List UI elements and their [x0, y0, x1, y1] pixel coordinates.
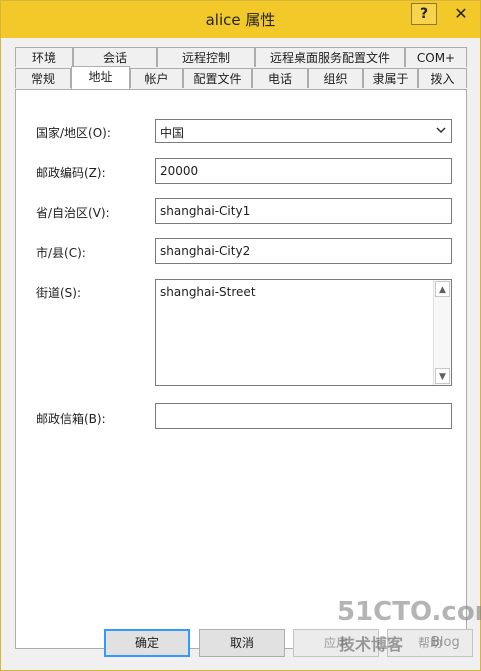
po-box-field[interactable] — [155, 403, 452, 429]
tab-com-plus[interactable]: COM+ — [405, 47, 467, 67]
apply-button[interactable]: 应用 — [293, 629, 379, 657]
province-field[interactable] — [155, 198, 452, 224]
tab-general[interactable]: 常规 — [15, 68, 71, 88]
tab-member-of[interactable]: 隶属于 — [363, 68, 418, 88]
street-textarea[interactable]: shanghai-Street ▲ ▼ — [155, 279, 452, 386]
tab-dial-in[interactable]: 拨入 — [418, 68, 467, 88]
po-box-label: 邮政信箱(B): — [36, 412, 106, 426]
city-field[interactable] — [155, 238, 452, 264]
address-tab-panel: 国家/地区(O): 中国 邮政编码(Z): 省/自治区(V): 市/县(C): … — [15, 89, 467, 649]
close-icon[interactable]: ✕ — [448, 3, 474, 25]
street-value: shanghai-Street — [160, 285, 256, 299]
tab-profile[interactable]: 配置文件 — [183, 68, 252, 88]
country-select[interactable]: 中国 — [155, 119, 452, 143]
street-label: 街道(S): — [36, 286, 82, 300]
tab-remote-control[interactable]: 远程控制 — [157, 47, 255, 67]
postal-code-label: 邮政编码(Z): — [36, 166, 106, 180]
tab-environment[interactable]: 环境 — [15, 47, 73, 67]
tab-organization[interactable]: 组织 — [308, 68, 363, 88]
tab-sessions[interactable]: 会话 — [73, 47, 157, 67]
postal-code-field[interactable] — [155, 158, 452, 184]
ok-button[interactable]: 确定 — [104, 629, 190, 657]
scroll-down-icon[interactable]: ▼ — [435, 368, 450, 384]
title-bar[interactable]: alice 属性 ? ✕ — [1, 1, 480, 38]
window-title: alice 属性 — [205, 11, 276, 29]
tab-rds-profile[interactable]: 远程桌面服务配置文件 — [255, 47, 405, 67]
help-button[interactable]: 帮助 — [387, 629, 473, 657]
scroll-up-icon[interactable]: ▲ — [435, 281, 450, 297]
city-label: 市/县(C): — [36, 246, 86, 260]
country-label: 国家/地区(O): — [36, 126, 111, 140]
dialog-client-area: 环境 会话 远程控制 远程桌面服务配置文件 COM+ 常规 地址 帐户 配置文件… — [9, 39, 473, 664]
tab-telephones[interactable]: 电话 — [252, 68, 308, 88]
help-icon[interactable]: ? — [411, 3, 437, 25]
cancel-button[interactable]: 取消 — [199, 629, 285, 657]
tab-account[interactable]: 帐户 — [130, 68, 183, 88]
country-value: 中国 — [160, 126, 185, 140]
chevron-down-icon[interactable] — [436, 123, 446, 140]
tab-address[interactable]: 地址 — [71, 66, 130, 89]
street-scrollbar[interactable]: ▲ ▼ — [433, 280, 451, 385]
properties-dialog: alice 属性 ? ✕ 环境 会话 远程控制 远程桌面服务配置文件 COM+ … — [0, 0, 481, 671]
province-label: 省/自治区(V): — [36, 206, 110, 220]
